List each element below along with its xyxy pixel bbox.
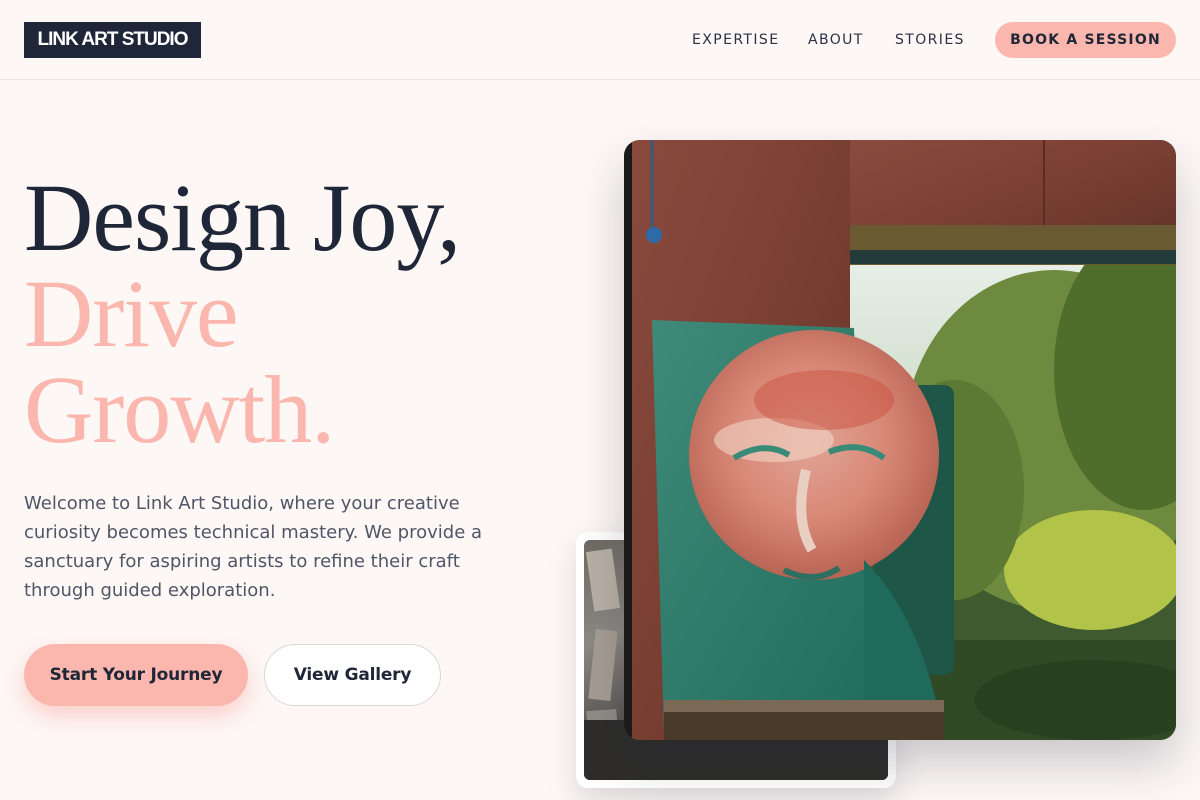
start-journey-button[interactable]: Start Your Journey bbox=[24, 644, 248, 706]
hero-description: Welcome to Link Art Studio, where your c… bbox=[24, 493, 483, 601]
hero-title: Design Joy, Drive Growth. bbox=[24, 164, 461, 463]
hero-title-line-1: Design Joy, bbox=[24, 164, 461, 271]
hero-title-line-3: Growth. bbox=[24, 356, 335, 463]
nav-link-stories[interactable]: STORIES bbox=[895, 32, 965, 48]
painted-face-artwork-image bbox=[624, 140, 1176, 740]
hero-title-line-2: Drive bbox=[24, 260, 239, 367]
nav-link-about[interactable]: ABOUT bbox=[808, 32, 864, 48]
site-header: LINK ART STUDIO EXPERTISE ABOUT STORIES … bbox=[0, 0, 1200, 80]
nav-link-expertise[interactable]: EXPERTISE bbox=[692, 32, 779, 48]
view-gallery-button[interactable]: View Gallery bbox=[264, 644, 441, 706]
brand-logo[interactable]: LINK ART STUDIO bbox=[24, 22, 201, 58]
book-session-button[interactable]: BOOK A SESSION bbox=[995, 22, 1176, 58]
